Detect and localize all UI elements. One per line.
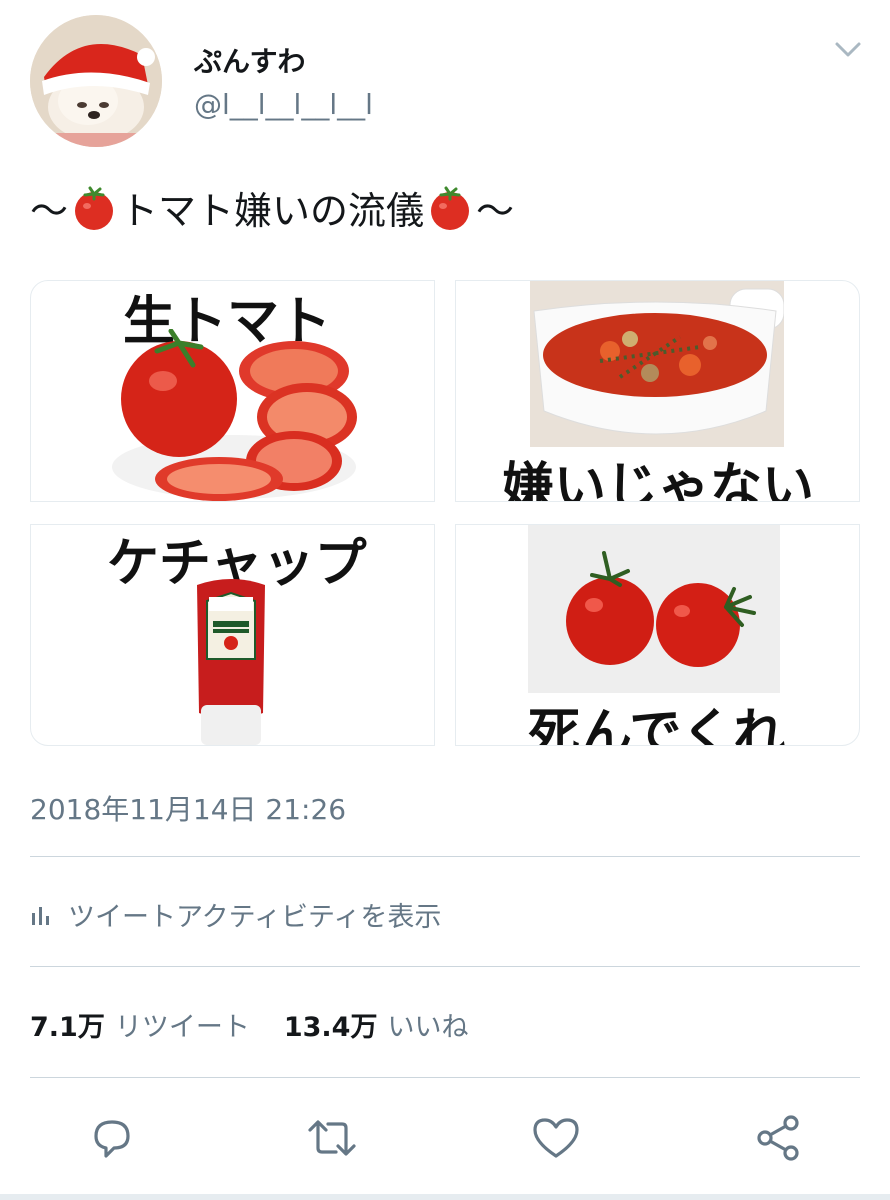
- media-caption: 嫌いじゃない: [502, 457, 815, 502]
- media-grid: 生トマト 嫌いじゃない ケチャップ 死んでくれ: [30, 280, 860, 748]
- retweet-label[interactable]: リツイート: [115, 1005, 250, 1044]
- divider: [30, 1077, 860, 1078]
- media-tomato-soup[interactable]: 嫌いじゃない: [455, 280, 860, 502]
- avatar[interactable]: [30, 15, 162, 147]
- cherry-tomatoes-image: [528, 525, 780, 693]
- retweet-icon: [308, 1120, 356, 1156]
- divider: [30, 966, 860, 967]
- tomato-icon: [70, 184, 118, 232]
- like-button[interactable]: [530, 1112, 582, 1164]
- tweet-header: ぷんすわ @l__l__l__l__l: [0, 0, 890, 170]
- tomato-slices-image: [112, 329, 357, 501]
- media-caption: 死んでくれ: [528, 703, 786, 746]
- media-ketchup[interactable]: ケチャップ: [30, 524, 435, 746]
- tomato-icon: [426, 184, 474, 232]
- tweet-text-prefix: 〜: [30, 189, 69, 233]
- divider: [30, 856, 860, 857]
- share-button[interactable]: [752, 1112, 804, 1164]
- share-icon: [757, 1115, 799, 1161]
- tweet-text: 〜 トマト嫌いの流儀 〜: [30, 180, 514, 235]
- bottom-border: [0, 1194, 890, 1200]
- tweet-text-main: トマト嫌いの流儀: [120, 189, 425, 233]
- media-cherry-tomatoes[interactable]: 死んでくれ: [455, 524, 860, 746]
- tweet-activity-link[interactable]: ツイートアクティビティを表示: [30, 892, 441, 936]
- tweet-stats: 7.1万 リツイート 13.4万 いいね: [30, 1005, 502, 1044]
- user-handle[interactable]: @l__l__l__l__l: [194, 88, 373, 121]
- tweet-timestamp[interactable]: 2018年11月14日 21:26: [30, 788, 346, 828]
- like-count[interactable]: 13.4万: [284, 1005, 378, 1044]
- ketchup-bottle-image: [197, 579, 265, 745]
- reply-icon: [94, 1120, 130, 1158]
- retweet-count[interactable]: 7.1万: [30, 1005, 105, 1044]
- media-raw-tomato[interactable]: 生トマト: [30, 280, 435, 502]
- tweet-action-bar: [0, 1108, 890, 1168]
- like-icon: [533, 1118, 579, 1158]
- retweet-button[interactable]: [306, 1112, 358, 1164]
- display-name[interactable]: ぷんすわ: [194, 40, 305, 80]
- tweet-text-suffix: 〜: [476, 189, 515, 233]
- tomato-soup-image: [530, 281, 784, 447]
- chevron-down-icon[interactable]: [834, 40, 862, 60]
- activity-bars-icon: [32, 907, 49, 925]
- tweet-activity-label: ツイートアクティビティを表示: [68, 901, 442, 933]
- like-label[interactable]: いいね: [387, 1005, 468, 1044]
- reply-button[interactable]: [86, 1112, 138, 1164]
